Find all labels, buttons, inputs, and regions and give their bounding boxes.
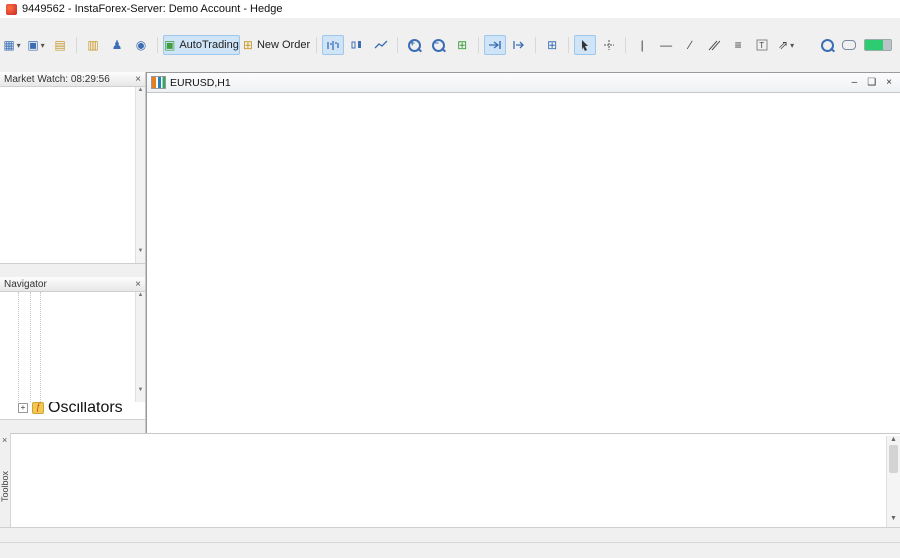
navigator-tabs	[0, 419, 145, 433]
navigator-button[interactable]: ♟	[106, 35, 128, 55]
signals-button[interactable]: ◉	[130, 35, 152, 55]
line-chart-mode-button[interactable]	[370, 35, 392, 55]
toolbox-tab-bar	[0, 527, 900, 543]
indicator-icon: f	[32, 402, 44, 414]
mt5-application: 9449562 - InstaForex-Server: Demo Accoun…	[0, 0, 900, 558]
close-icon[interactable]: ×	[135, 74, 141, 85]
text-button[interactable]: T	[751, 35, 773, 55]
chart-window-title: EURUSD,H1	[170, 77, 231, 89]
zoom-in-button[interactable]: +	[403, 35, 425, 55]
price-chart[interactable]	[146, 92, 898, 432]
chart-window-titlebar[interactable]: EURUSD,H1 – ❑ ×	[147, 73, 900, 93]
arrows-button[interactable]: ⇗▾	[775, 35, 797, 55]
crosshair-button[interactable]	[598, 35, 620, 55]
new-chart-button[interactable]: ▦▾	[1, 35, 23, 55]
chart-shift-button[interactable]	[508, 35, 530, 55]
expand-icon[interactable]: +	[18, 403, 28, 413]
robot-icon: ▣	[164, 38, 175, 52]
left-sidebar: Market Watch: 08:29:56 × ▲▼ Navigator × …	[0, 72, 146, 433]
trendline-button[interactable]: ∕	[679, 35, 701, 55]
app-logo-icon	[6, 4, 17, 15]
svg-text:T: T	[759, 41, 764, 50]
vertical-line-button[interactable]: |	[631, 35, 653, 55]
data-folder-button[interactable]: ▤	[49, 35, 71, 55]
market-watch-scrollbar[interactable]: ▲▼	[135, 87, 145, 263]
toolbox-vertical-tab[interactable]: Toolbox	[0, 471, 10, 502]
bar-chart-mode-button[interactable]	[322, 35, 344, 55]
order-icon: ⊞	[243, 38, 253, 52]
minimize-icon[interactable]: –	[852, 77, 858, 88]
profiles-button[interactable]: ▣▾	[25, 35, 47, 55]
auto-scroll-button[interactable]	[484, 35, 506, 55]
market-watch-button[interactable]: ▥	[82, 35, 104, 55]
chat-icon[interactable]	[842, 40, 856, 50]
window-title: 9449562 - InstaForex-Server: Demo Accoun…	[22, 3, 282, 15]
fibonacci-button[interactable]: ≡	[727, 35, 749, 55]
main-toolbar: ▦▾ ▣▾ ▤ ▥ ♟ ◉ ▣AutoTrading ⊞New Order + …	[0, 34, 900, 57]
status-bar	[0, 542, 900, 558]
tree-node-oscillators[interactable]: + f Oscillators	[0, 402, 145, 414]
connection-status-icon	[864, 39, 892, 51]
cursor-button[interactable]	[574, 35, 596, 55]
calendar-scrollbar[interactable]: ▲▼	[886, 436, 900, 527]
close-icon[interactable]: ×	[2, 435, 7, 445]
market-watch-tabs	[0, 263, 145, 277]
timeframe-toolbar	[0, 56, 900, 73]
channel-button[interactable]	[703, 35, 725, 55]
menu-bar	[0, 18, 900, 34]
market-watch-title: Market Watch: 08:29:56	[4, 74, 110, 85]
candle-chart-mode-button[interactable]	[346, 35, 368, 55]
new-order-button[interactable]: ⊞New Order	[242, 35, 311, 55]
close-icon[interactable]: ×	[886, 77, 892, 88]
navigator-header: Navigator ×	[0, 277, 145, 292]
navigator-scrollbar[interactable]: ▲▼	[135, 292, 145, 402]
market-watch-header: Market Watch: 08:29:56 ×	[0, 72, 145, 87]
market-watch-list: ▲▼	[0, 87, 145, 263]
tile-windows-button[interactable]: ⊞	[451, 35, 473, 55]
chart-symbol-icon	[151, 76, 166, 89]
horizontal-line-button[interactable]: —	[655, 35, 677, 55]
new-window-button[interactable]: ⊞	[541, 35, 563, 55]
close-icon[interactable]: ×	[135, 279, 141, 290]
window-titlebar: 9449562 - InstaForex-Server: Demo Accoun…	[0, 0, 900, 19]
autotrading-button[interactable]: ▣AutoTrading	[163, 35, 240, 55]
search-icon[interactable]	[821, 39, 834, 52]
zoom-out-button[interactable]: −	[427, 35, 449, 55]
navigator-title: Navigator	[4, 279, 47, 290]
maximize-icon[interactable]: ❑	[867, 77, 876, 88]
calendar-table	[10, 436, 886, 527]
navigator-tree: ▲▼	[0, 292, 145, 402]
